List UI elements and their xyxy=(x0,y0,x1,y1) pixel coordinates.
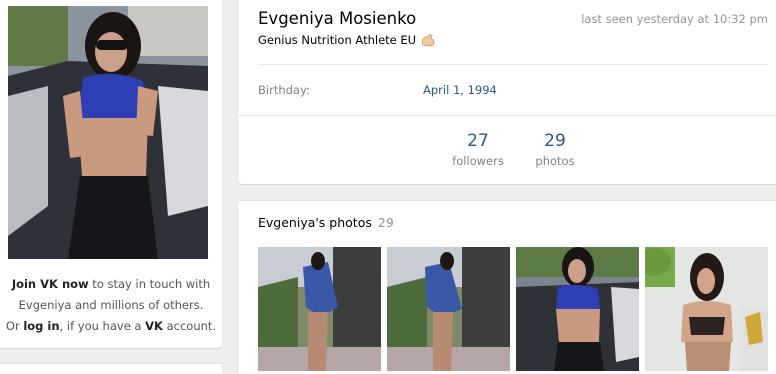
photos-count: 29 xyxy=(544,131,566,151)
photos-label: photos xyxy=(535,154,575,168)
login-link[interactable]: log in xyxy=(23,319,59,333)
last-seen-status: last seen yesterday at 10:32 pm xyxy=(581,12,768,26)
sidebar-secondary-card xyxy=(0,364,222,374)
join-text-end: account. xyxy=(162,319,217,333)
join-text-rest: to stay in touch with xyxy=(88,277,211,291)
profile-info-card: Evgeniya Mosienko last seen yesterday at… xyxy=(238,0,776,184)
birthday-value[interactable]: April 1, 1994 xyxy=(423,83,497,97)
profile-name: Evgeniya Mosienko xyxy=(258,9,417,28)
photos-header[interactable]: Evgeniya's photos 29 xyxy=(258,215,394,230)
followers-counter[interactable]: 27 followers xyxy=(448,131,508,168)
birthday-label: Birthday: xyxy=(258,83,310,97)
join-text-or: Or xyxy=(5,319,24,333)
followers-label: followers xyxy=(452,154,504,168)
profile-status-text: Genius Nutrition Athlete EU xyxy=(258,33,417,47)
muscle-emoji-icon xyxy=(420,33,436,47)
photos-card: Evgeniya's photos 29 xyxy=(238,201,776,374)
photos-counter[interactable]: 29 photos xyxy=(528,131,582,168)
photo-thumbnail[interactable] xyxy=(258,247,381,371)
join-vk-prompt: Join VK now to stay in touch with Evgeni… xyxy=(0,274,222,337)
photos-title: Evgeniya's photos xyxy=(258,215,372,230)
photo-thumbnail[interactable] xyxy=(645,247,768,371)
photos-header-count: 29 xyxy=(377,215,394,230)
join-text-line2: Evgeniya and millions of others. xyxy=(18,298,204,312)
divider xyxy=(258,64,768,65)
join-vk-link[interactable]: Join VK now xyxy=(12,277,89,291)
profile-avatar[interactable] xyxy=(8,6,208,259)
vk-brand-text: VK xyxy=(145,319,163,333)
join-text-mid: , if you have a xyxy=(59,319,146,333)
followers-count: 27 xyxy=(467,131,489,151)
profile-sidebar: Join VK now to stay in touch with Evgeni… xyxy=(0,0,222,348)
profile-status: Genius Nutrition Athlete EU xyxy=(258,33,436,47)
divider xyxy=(238,115,776,116)
photo-thumbnail[interactable] xyxy=(516,247,639,371)
photo-thumbnail[interactable] xyxy=(387,247,510,371)
